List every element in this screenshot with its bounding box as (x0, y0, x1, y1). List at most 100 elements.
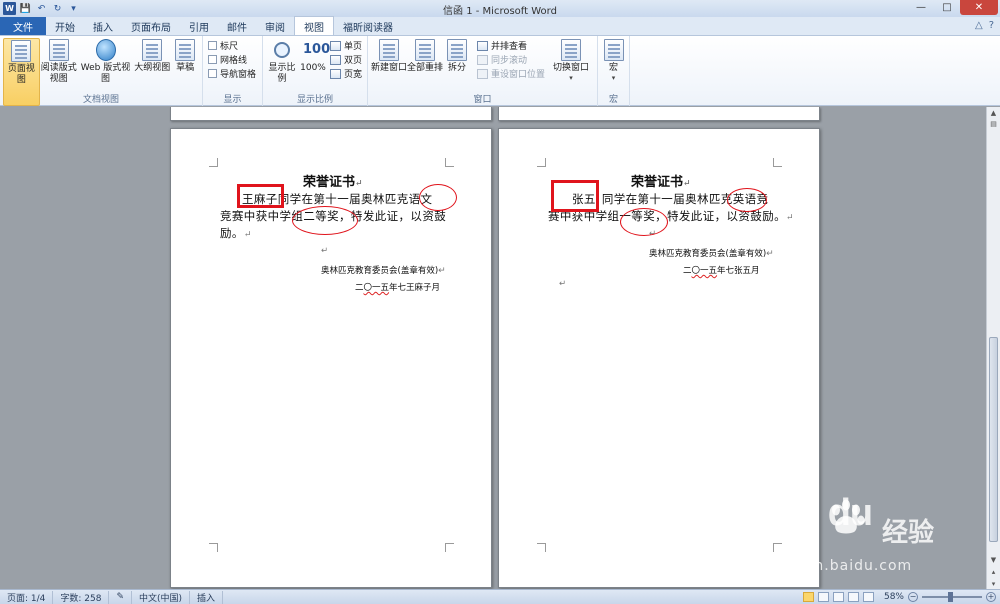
reset-position-button[interactable]: 重设窗口位置 (477, 68, 545, 80)
zoom-level[interactable]: 58% (884, 592, 904, 602)
minimize-ribbon-icon[interactable]: △ (975, 20, 983, 31)
tabrow-right-controls: △ ? (975, 20, 994, 31)
outline-view-icon[interactable] (847, 592, 859, 602)
group-show: 标尺 网格线 导航窗格 显示 (203, 36, 263, 106)
crop-mark (537, 543, 546, 552)
draft-view-icon[interactable] (862, 592, 874, 602)
title-bar: W 💾 ↶ ↻ ▾ 信函 1 - Microsoft Word — □ ✕ (0, 0, 1000, 17)
crop-mark (209, 543, 218, 552)
crop-mark (773, 158, 782, 167)
web-view-icon[interactable] (832, 592, 844, 602)
zoom-out-icon[interactable]: − (908, 592, 918, 602)
sync-scroll-icon (477, 54, 488, 65)
certificate-title: 荣誉证书↵ (631, 175, 691, 190)
zoom-in-icon[interactable]: + (986, 592, 996, 602)
group-label-macros: 宏 (608, 95, 618, 105)
undo-icon[interactable]: ↶ (35, 2, 48, 15)
scroll-down-arrow-icon[interactable]: ▼ (987, 554, 1000, 565)
document-page-1[interactable]: 荣誉证书↵ 王麻子同学在第十一届奥林匹克语文 竞赛中获中学组二等奖，特发此证，以… (170, 128, 492, 588)
tab-file[interactable]: 文件 (0, 17, 46, 35)
page-width-button[interactable]: 页宽 (330, 68, 362, 80)
certificate-title: 荣誉证书↵ (303, 175, 363, 190)
one-page-button[interactable]: 单页 (330, 40, 363, 52)
annotation-box-name (237, 184, 284, 208)
zoom-slider[interactable] (922, 592, 982, 602)
crop-mark (445, 158, 454, 167)
tab-review[interactable]: 审阅 (256, 17, 294, 35)
proofing-icon[interactable]: ✎ (109, 590, 133, 604)
switch-windows-label: 切换窗口 (553, 63, 590, 73)
tab-foxit-reader[interactable]: 福昕阅读器 (334, 17, 402, 35)
ruler-toggle-icon[interactable]: ▤ (987, 118, 1000, 129)
nav-pane-checkbox[interactable]: 导航窗格 (208, 68, 256, 80)
side-by-side-icon (477, 40, 488, 51)
tab-page-layout[interactable]: 页面布局 (122, 17, 180, 35)
outline-label: 大纲视图 (134, 63, 171, 73)
macros-label: 宏 (608, 63, 618, 73)
save-icon[interactable]: 💾 (19, 2, 32, 15)
side-by-side-label: 并排查看 (491, 42, 528, 52)
word-counter[interactable]: 字数: 258 (53, 590, 110, 604)
globe-icon (95, 39, 116, 61)
annotation-oval-award (620, 208, 668, 236)
maximize-button[interactable]: □ (934, 0, 960, 15)
ruler-label: 标尺 (220, 42, 239, 52)
page-counter[interactable]: 页面: 1/4 (0, 590, 54, 604)
reset-position-icon (477, 68, 488, 79)
paw-icon (832, 499, 865, 534)
new-window-label: 新建窗口 (371, 63, 408, 73)
zoom-100-label: 100% (300, 63, 326, 73)
issuer-line: 奥林匹克教育委员会(盖章有效)↵ (649, 249, 774, 259)
window-title: 信函 1 - Microsoft Word (443, 6, 557, 17)
close-button[interactable]: ✕ (960, 0, 998, 15)
crop-mark (209, 158, 218, 167)
vertical-scrollbar[interactable]: ▲ ▤ ▼ ▴ ▾ (986, 107, 1000, 589)
scrollbar-thumb[interactable] (989, 337, 998, 542)
ruler-checkbox[interactable]: 标尺 (208, 40, 256, 52)
checkbox-icon (208, 55, 217, 64)
print-layout-icon (11, 40, 32, 62)
empty-paragraph: ↵ (559, 279, 567, 289)
minimize-button[interactable]: — (908, 0, 934, 15)
scroll-up-arrow-icon[interactable]: ▲ (987, 107, 1000, 118)
gridlines-checkbox[interactable]: 网格线 (208, 54, 256, 66)
zoom-slider-knob[interactable] (948, 592, 953, 602)
issuer-line: 奥林匹克教育委员会(盖章有效)↵ (321, 266, 446, 276)
read-mode-icon (48, 39, 69, 61)
customize-qat-icon[interactable]: ▾ (67, 2, 80, 15)
zoom-label: 显示比例 (268, 63, 296, 84)
one-page-icon (330, 40, 341, 51)
tab-references[interactable]: 引用 (180, 17, 218, 35)
print-layout-view-icon[interactable] (802, 592, 814, 602)
checkbox-icon (208, 69, 217, 78)
language-indicator[interactable]: 中文(中国) (132, 590, 191, 604)
side-by-side-button[interactable]: 并排查看 (477, 40, 545, 52)
previous-page-edge-right (498, 107, 820, 121)
help-icon[interactable]: ? (989, 20, 994, 31)
one-page-label: 单页 (344, 42, 363, 52)
macros-icon (603, 39, 624, 61)
web-layout-label: Web 版式视图 (80, 63, 131, 84)
tab-view[interactable]: 视图 (294, 16, 334, 35)
annotation-box-name (551, 180, 599, 212)
previous-page-icon[interactable]: ▴ (987, 566, 1000, 577)
tab-insert[interactable]: 插入 (84, 17, 122, 35)
document-area[interactable]: 荣誉证书↵ 王麻子同学在第十一届奥林匹克语文 竞赛中获中学组二等奖，特发此证，以… (0, 107, 986, 589)
tab-mailings[interactable]: 邮件 (218, 17, 256, 35)
group-window: 新建窗口 全部重排 拆分 并排查看 同步滚动 重设窗口位置 切换窗口 ▾ 窗口 (368, 36, 598, 106)
group-zoom: 显示比例 100 100% 单页 双页 页宽 显示比例 (263, 36, 368, 106)
split-label: 拆分 (447, 63, 466, 73)
group-label-document-views: 文档视图 (82, 95, 119, 105)
full-screen-view-icon[interactable] (817, 592, 829, 602)
redo-icon[interactable]: ↻ (51, 2, 64, 15)
status-right-controls: 58% − + (802, 590, 996, 604)
annotation-oval-subject (727, 188, 767, 212)
sync-scroll-button[interactable]: 同步滚动 (477, 54, 545, 66)
two-pages-icon (330, 54, 341, 65)
insert-mode-indicator[interactable]: 插入 (190, 590, 224, 604)
word-app-icon[interactable]: W (3, 2, 16, 15)
two-pages-button[interactable]: 双页 (330, 54, 362, 66)
outline-icon (142, 39, 163, 61)
next-page-icon[interactable]: ▾ (987, 578, 1000, 589)
tab-home[interactable]: 开始 (46, 17, 84, 35)
